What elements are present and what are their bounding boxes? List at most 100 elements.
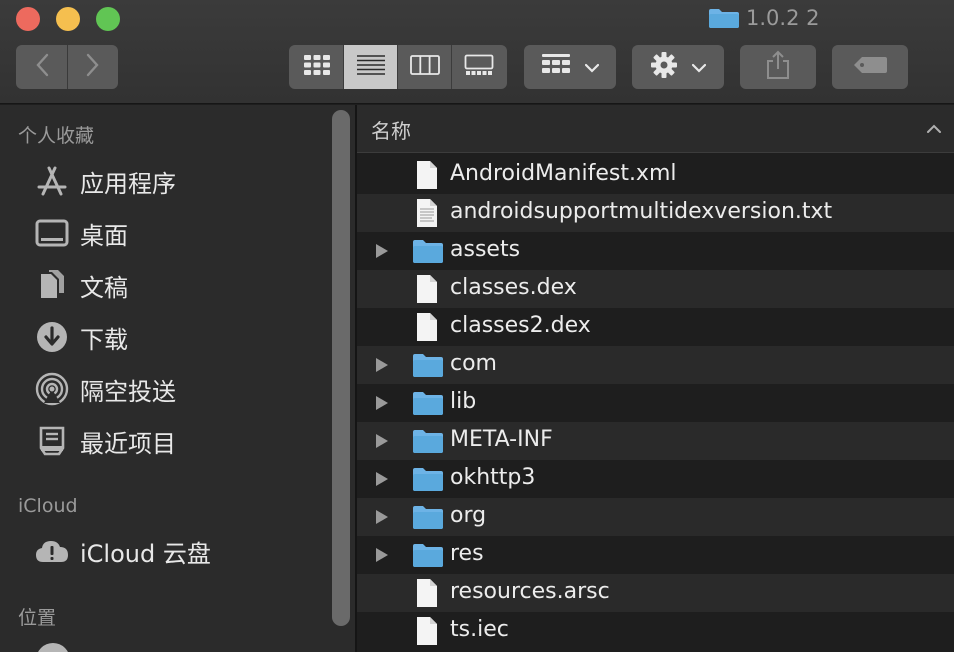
airdrop-icon [34,371,70,407]
file-row[interactable]: lib [357,384,954,422]
folder-icon [412,504,443,534]
column-title: 名称 [371,119,411,143]
column-view-button[interactable] [398,45,452,89]
sidebar-item-label: 最近项目 [80,429,176,458]
file-name: AndroidManifest.xml [450,161,677,186]
document-icon [412,274,442,304]
sidebar-item-documents[interactable]: 文稿 [34,265,128,305]
document-icon [412,578,442,608]
sidebar-scrollbar[interactable] [332,110,350,626]
chevron-down-icon [691,58,707,77]
tags-button[interactable] [832,45,908,89]
sidebar-item-label: 下载 [80,325,128,354]
column-header-name[interactable]: 名称 [357,105,954,153]
chevron-left-icon [35,53,49,81]
action-menu-button[interactable] [632,45,724,89]
file-row[interactable]: okhttp3 [357,460,954,498]
disclosure-triangle-icon[interactable] [375,509,389,525]
file-list: 名称 AndroidManifest.xml androidsupportmult… [357,105,954,652]
file-row[interactable]: assets [357,232,954,270]
icloud-drive-icon [34,533,70,569]
icon-view-button[interactable] [290,45,344,89]
sidebar-section-locations: 位置 [18,607,57,629]
file-name: res [450,541,484,566]
folder-icon [412,238,443,268]
disclosure-triangle-icon[interactable] [375,433,389,449]
file-name: classes2.dex [450,313,591,338]
sidebar-item-label: 文稿 [80,273,128,302]
sidebar-item-desktop[interactable]: 桌面 [34,213,128,253]
window-title: 1.0.2 2 [708,4,819,32]
sidebar-item-applications[interactable]: 应用程序 [34,161,176,201]
columns-icon [409,54,440,80]
file-row[interactable]: ts.iec [357,612,954,650]
file-row[interactable]: com [357,346,954,384]
desktop-icon [34,215,70,251]
disclosure-triangle-icon[interactable] [375,357,389,373]
sidebar-item-label: 隔空投送 [80,377,176,406]
file-row[interactable]: AndroidManifest.xml [357,156,954,194]
documents-icon [34,267,70,303]
folder-icon [412,390,443,420]
file-name: assets [450,237,521,262]
sidebar-section-icloud: iCloud [18,495,78,517]
window-title-text: 1.0.2 2 [746,6,820,30]
folder-icon [708,7,740,29]
sidebar-item-label: iCloud 云盘 [80,539,211,568]
sidebar-item-label: 应用程序 [80,169,176,198]
close-window-button[interactable] [16,7,40,31]
list-view-button[interactable] [344,45,398,89]
file-name: androidsupportmultidexversion.txt [450,199,833,224]
gear-icon [650,51,678,83]
forward-button[interactable] [68,45,118,89]
file-row[interactable]: res [357,536,954,574]
view-mode-group [289,45,507,89]
minimize-window-button[interactable] [56,7,80,31]
file-row[interactable]: classes.dex [357,270,954,308]
disclosure-triangle-icon[interactable] [375,547,389,563]
list-icon [356,54,386,80]
sidebar-item-icloud-drive[interactable]: iCloud 云盘 [34,531,211,571]
tag-icon [852,55,888,79]
file-row[interactable]: META-INF [357,422,954,460]
downloads-icon [34,319,70,355]
share-button[interactable] [740,45,816,89]
sidebar-item-label: 桌面 [80,221,128,250]
document-icon [412,312,442,342]
folder-icon [412,466,443,496]
group-icon [541,53,571,81]
share-icon [765,50,791,84]
toolbar: 1.0.2 2 [0,0,954,104]
zoom-window-button[interactable] [96,7,120,31]
folder-icon [412,428,443,458]
text-file-icon [412,198,442,228]
file-name: org [450,503,487,528]
gallery-view-button[interactable] [452,45,506,89]
disclosure-triangle-icon[interactable] [375,471,389,487]
folder-icon [412,542,443,572]
sidebar-item-downloads[interactable]: 下载 [34,317,128,357]
navigation-group [16,45,118,89]
file-row[interactable]: resources.arsc [357,574,954,612]
file-name: okhttp3 [450,465,536,490]
sidebar-item-recents[interactable]: 最近项目 [34,421,176,461]
file-name: com [450,351,497,376]
file-name: resources.arsc [450,579,610,604]
group-by-button[interactable] [524,45,616,89]
chevron-right-icon [86,53,100,81]
disclosure-triangle-icon[interactable] [375,395,389,411]
gallery-icon [464,54,494,80]
document-icon [412,616,442,646]
back-button[interactable] [17,45,67,89]
disclosure-triangle-icon[interactable] [375,243,389,259]
sidebar-item-airdrop[interactable]: 隔空投送 [34,369,176,409]
file-row[interactable]: org [357,498,954,536]
file-row[interactable]: classes2.dex [357,308,954,346]
sort-ascending-icon [926,119,942,138]
document-icon [412,160,442,190]
file-row[interactable]: androidsupportmultidexversion.txt [357,194,954,232]
grid-icon [303,54,331,80]
sidebar-section-favorites: 个人收藏 [18,125,95,147]
disk-icon [36,643,70,652]
file-name: lib [450,389,477,414]
